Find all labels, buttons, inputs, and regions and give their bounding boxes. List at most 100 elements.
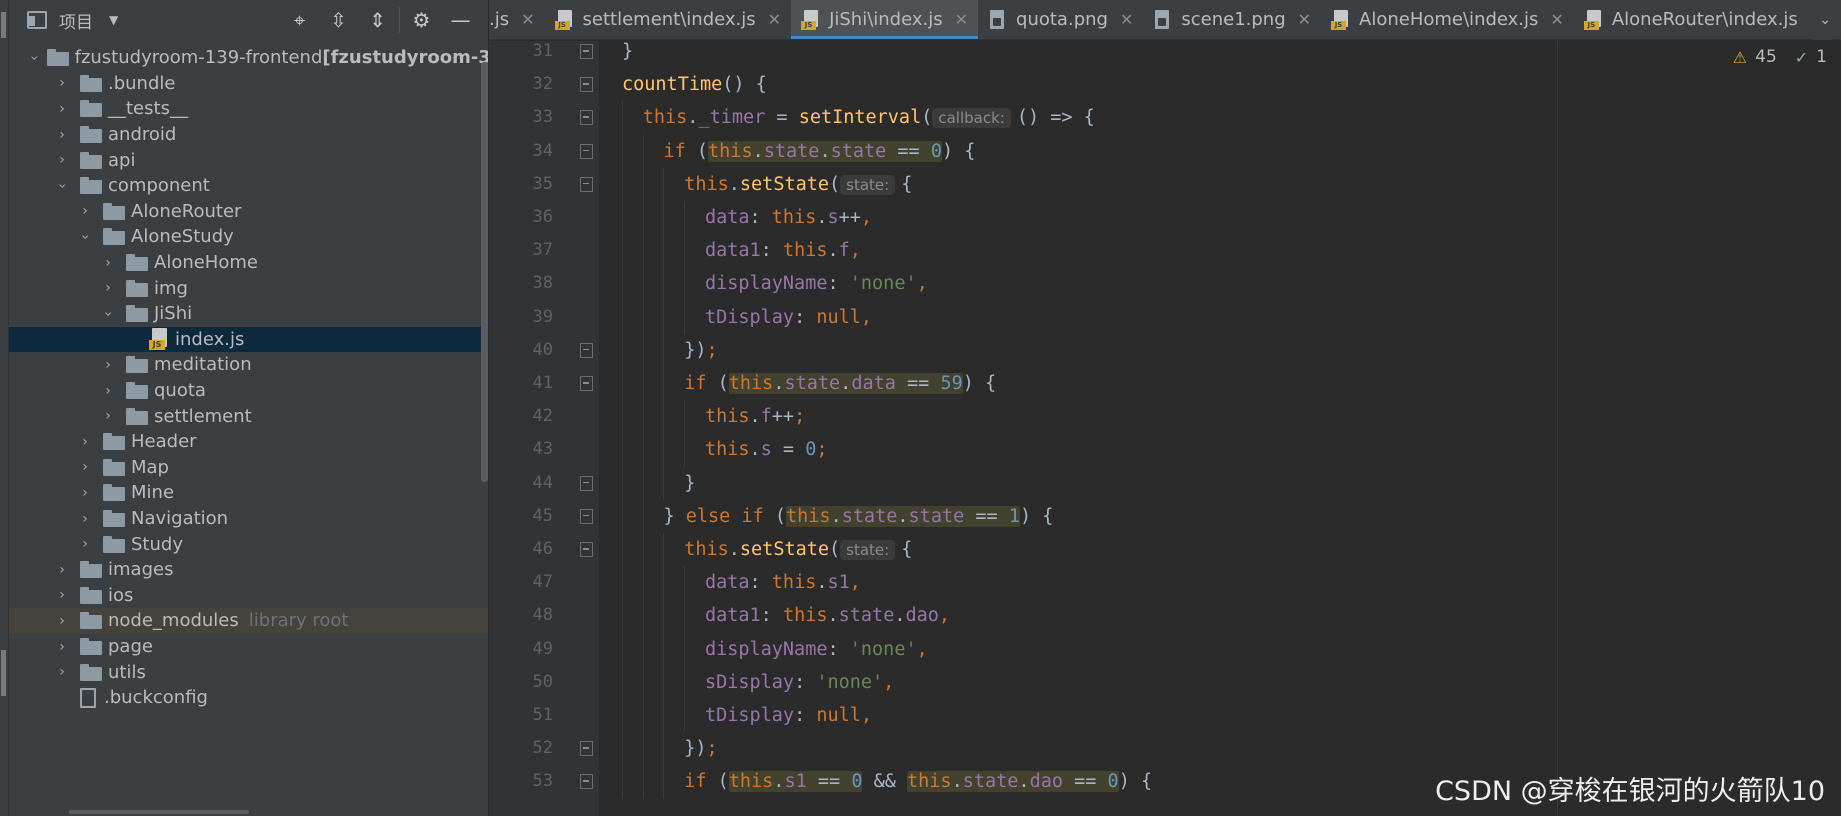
- chevron-right-icon[interactable]: ›: [54, 613, 70, 629]
- code-line[interactable]: 35 this.setState(state:{: [489, 167, 1841, 201]
- tree-folder-item[interactable]: › JiShi: [9, 301, 488, 327]
- locate-icon[interactable]: ⌖: [280, 0, 319, 40]
- fold-marker-icon[interactable]: [580, 376, 593, 391]
- tree-folder-item[interactable]: › Mine: [9, 480, 488, 506]
- tree-folder-item[interactable]: › android: [9, 122, 488, 148]
- expand-all-icon[interactable]: ⇳: [319, 0, 358, 40]
- chevron-right-icon[interactable]: ›: [100, 357, 116, 373]
- fold-marker-icon[interactable]: [580, 542, 593, 557]
- code-editor[interactable]: 31} 32 countTime() {33 this._timer = setInt…: [489, 41, 1841, 816]
- left-tool-strip[interactable]: [0, 0, 9, 816]
- chevron-right-icon[interactable]: ›: [54, 127, 70, 143]
- chevron-right-icon[interactable]: ›: [54, 152, 70, 168]
- tree-folder-item[interactable]: › settlement: [9, 403, 488, 429]
- tree-file-item[interactable]: ›index.js: [9, 326, 488, 353]
- chevron-right-icon[interactable]: ›: [100, 408, 116, 424]
- chevron-down-icon[interactable]: ›: [77, 229, 93, 245]
- fold-marker-icon[interactable]: [580, 110, 593, 126]
- chevron-right-icon[interactable]: ›: [100, 255, 116, 271]
- code-line[interactable]: 39 tDisplay: null,: [489, 300, 1841, 334]
- code-line[interactable]: 45} else if (this.state.state == 1) {: [489, 499, 1841, 533]
- chevron-right-icon[interactable]: ›: [77, 459, 93, 475]
- collapse-all-icon[interactable]: ⇕: [358, 0, 397, 40]
- close-icon[interactable]: ✕: [521, 10, 534, 29]
- chevron-right-icon[interactable]: ›: [54, 562, 70, 578]
- tree-folder-item[interactable]: › Navigation: [9, 506, 488, 532]
- code-line[interactable]: 31}: [489, 41, 1841, 68]
- tree-folder-item[interactable]: › Map: [9, 455, 488, 481]
- code-line[interactable]: 51 tDisplay: null,: [489, 699, 1841, 733]
- editor-tab[interactable]: AloneRouter\index.js✕: [1574, 0, 1833, 39]
- chevron-right-icon[interactable]: ›: [77, 203, 93, 219]
- editor-tab[interactable]: settlement\index.js ✕: [545, 0, 792, 39]
- chevron-right-icon[interactable]: ›: [54, 639, 70, 655]
- tree-folder-item[interactable]: › AloneHome: [9, 250, 488, 276]
- fold-marker-icon[interactable]: [580, 508, 593, 524]
- tree-folder-item[interactable]: › __tests__: [9, 96, 488, 122]
- chevron-right-icon[interactable]: ›: [54, 101, 70, 117]
- tree-folder-item[interactable]: › page: [9, 634, 488, 660]
- code-line[interactable]: 37 data1: this.f,: [489, 234, 1841, 268]
- code-line[interactable]: 52});: [489, 732, 1841, 766]
- chevron-right-icon[interactable]: ›: [77, 485, 93, 501]
- close-icon[interactable]: ✕: [1550, 10, 1563, 29]
- tree-folder-item[interactable]: › img: [9, 275, 488, 301]
- code-line[interactable]: 33 this._timer = setInterval(callback:() …: [489, 101, 1841, 135]
- editor-tab[interactable]: scene1.png ✕: [1143, 0, 1321, 39]
- chevron-down-icon[interactable]: ›: [100, 306, 116, 322]
- fold-marker-icon[interactable]: [580, 176, 593, 192]
- code-line[interactable]: 32 countTime() {: [489, 68, 1841, 101]
- fold-marker-icon[interactable]: [580, 741, 593, 757]
- tree-folder-item[interactable]: › AloneRouter: [9, 199, 488, 225]
- code-line[interactable]: 47 data: this.s1,: [489, 566, 1841, 600]
- fold-marker-icon[interactable]: [580, 475, 593, 491]
- hide-icon[interactable]: —: [441, 0, 480, 40]
- chevron-right-icon[interactable]: ›: [77, 536, 93, 552]
- code-line[interactable]: 48 data1: this.state.dao,: [489, 599, 1841, 633]
- code-line[interactable]: 46 this.setState(state:{: [489, 533, 1841, 567]
- tab-active[interactable]: JiShi\index.js ✕: [791, 0, 979, 39]
- chevron-right-icon[interactable]: ›: [54, 75, 70, 91]
- editor-tab[interactable]: .js ✕: [489, 0, 545, 39]
- tree-folder-item[interactable]: › Header: [9, 429, 488, 455]
- chevron-down-icon[interactable]: ▼: [109, 13, 118, 27]
- editor-tab[interactable]: AloneHome\index.js ✕: [1321, 0, 1574, 39]
- tree-folder-item[interactable]: › Study: [9, 531, 488, 557]
- code-line[interactable]: 40});: [489, 333, 1841, 367]
- tab-overflow-chevron-icon[interactable]: ⌄: [1811, 0, 1831, 40]
- chevron-right-icon[interactable]: ›: [100, 280, 116, 296]
- chevron-right-icon[interactable]: ›: [100, 383, 116, 399]
- code-line[interactable]: 34 if (this.state.state == 0) {: [489, 134, 1841, 168]
- close-icon[interactable]: ✕: [768, 10, 781, 29]
- tree-folder-item[interactable]: › fzustudyroom-139-frontend [fzustudyroom…: [9, 45, 488, 71]
- tree-vertical-scrollbar[interactable]: [481, 62, 488, 482]
- code-line[interactable]: 36 data: this.s++,: [489, 201, 1841, 235]
- editor-tab[interactable]: quota.png ✕: [978, 0, 1143, 39]
- tree-folder-item[interactable]: › node_modules library root: [9, 608, 488, 634]
- tree-folder-item[interactable]: › AloneStudy: [9, 224, 488, 250]
- close-icon[interactable]: ✕: [955, 10, 968, 29]
- tree-horizontal-scrollbar[interactable]: [69, 810, 249, 814]
- code-line[interactable]: 41 if (this.state.data == 59) {: [489, 367, 1841, 401]
- code-line[interactable]: 49 displayName: 'none',: [489, 632, 1841, 666]
- chevron-right-icon[interactable]: ›: [54, 664, 70, 680]
- fold-marker-icon[interactable]: [580, 342, 593, 358]
- project-panel-title[interactable]: 项目: [59, 8, 93, 33]
- code-line[interactable]: 43 this.s = 0;: [489, 433, 1841, 467]
- tree-folder-item[interactable]: › quota: [9, 378, 488, 404]
- tree-folder-item[interactable]: › .bundle: [9, 71, 488, 97]
- tree-folder-item[interactable]: › images: [9, 557, 488, 583]
- chevron-right-icon[interactable]: ›: [54, 587, 70, 603]
- tree-folder-item[interactable]: › api: [9, 147, 488, 173]
- code-line[interactable]: 44}: [489, 466, 1841, 500]
- gear-icon[interactable]: ⚙: [402, 0, 441, 40]
- code-line[interactable]: 50 sDisplay: 'none',: [489, 665, 1841, 699]
- tree-folder-item[interactable]: › component: [9, 173, 488, 199]
- fold-marker-icon[interactable]: [580, 77, 593, 93]
- code-line[interactable]: 42 this.f++;: [489, 400, 1841, 434]
- tree-folder-item[interactable]: › ios: [9, 583, 488, 609]
- code-line[interactable]: 38 displayName: 'none',: [489, 267, 1841, 301]
- chevron-down-icon[interactable]: ›: [54, 178, 70, 194]
- chevron-down-icon[interactable]: ›: [26, 55, 42, 61]
- close-icon[interactable]: ✕: [1298, 10, 1311, 29]
